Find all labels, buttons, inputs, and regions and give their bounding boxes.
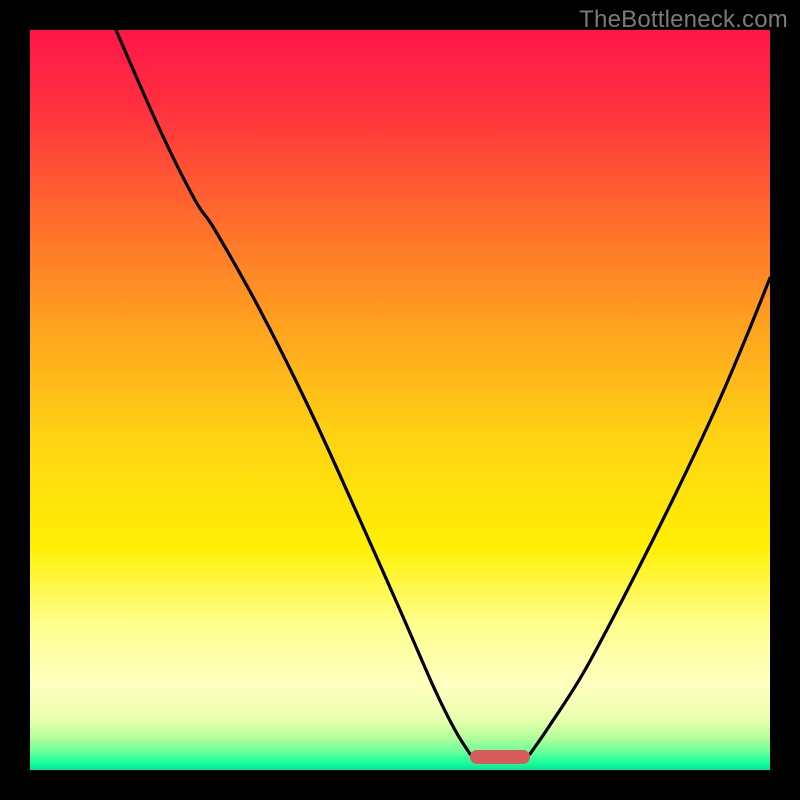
plot-area xyxy=(30,30,770,770)
optimal-range-marker xyxy=(470,750,530,764)
watermark-text: TheBottleneck.com xyxy=(579,6,788,34)
chart-frame: TheBottleneck.com xyxy=(0,0,800,800)
bottleneck-curve xyxy=(30,30,770,770)
